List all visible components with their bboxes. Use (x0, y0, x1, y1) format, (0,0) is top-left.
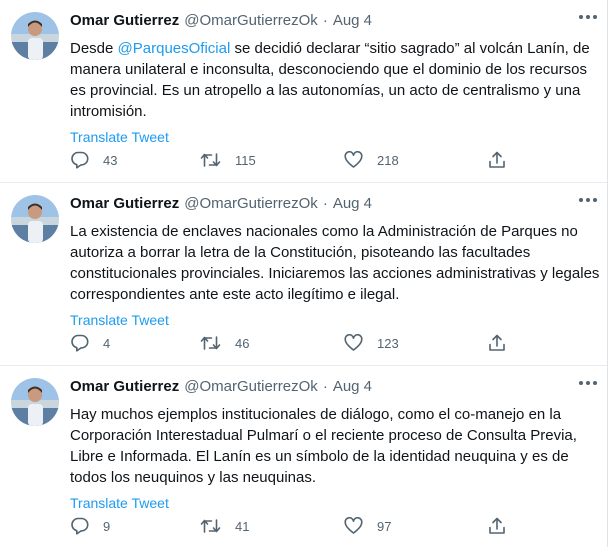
retweet-count: 115 (235, 152, 256, 168)
retweet-icon (200, 519, 221, 533)
like-count: 123 (377, 335, 399, 351)
tweet[interactable]: Omar Gutierrez @OmarGutierrezOk · Aug 4 … (0, 0, 607, 183)
tweet[interactable]: Omar Gutierrez @OmarGutierrezOk · Aug 4 … (0, 366, 607, 549)
tweet-text: Hay muchos ejemplos institucionales de d… (70, 406, 577, 486)
avatar[interactable] (11, 195, 59, 243)
translate-tweet-link[interactable]: Translate Tweet (70, 494, 169, 512)
reply-icon (71, 334, 89, 352)
tweet-text: La existencia de enclaves nacionales com… (70, 223, 600, 303)
reply-count: 4 (103, 335, 111, 351)
share-button[interactable] (488, 149, 506, 171)
share-icon (489, 517, 505, 534)
reply-count: 9 (103, 518, 111, 534)
avatar[interactable] (11, 12, 59, 60)
tweet[interactable]: Omar Gutierrez @OmarGutierrezOk · Aug 4 … (0, 183, 607, 366)
reply-button[interactable]: 4 (70, 332, 110, 354)
more-icon[interactable] (577, 6, 599, 28)
author-name[interactable]: Omar Gutierrez (70, 193, 179, 215)
reply-icon (71, 151, 89, 169)
tweet-date[interactable]: Aug 4 (333, 376, 372, 398)
separator-dot: · (322, 378, 328, 395)
reply-button[interactable]: 43 (70, 149, 117, 171)
share-icon (489, 151, 505, 168)
tweet-actions: 9 41 97 (70, 515, 590, 537)
author-handle[interactable]: @OmarGutierrezOk (184, 10, 318, 32)
retweet-button[interactable]: 41 (200, 515, 249, 537)
tweet-text-part: Desde (70, 40, 118, 57)
tweet-actions: 4 46 123 (70, 332, 590, 354)
author-handle[interactable]: @OmarGutierrezOk (184, 376, 318, 398)
tweet-actions: 43 115 218 (70, 149, 590, 171)
tweet-date[interactable]: Aug 4 (333, 193, 372, 215)
retweet-icon (200, 153, 221, 167)
like-icon (344, 517, 363, 534)
avatar[interactable] (11, 378, 59, 426)
translate-tweet-link[interactable]: Translate Tweet (70, 128, 169, 146)
retweet-button[interactable]: 115 (200, 149, 256, 171)
reply-count: 43 (103, 152, 118, 168)
share-button[interactable] (488, 515, 506, 537)
like-count: 218 (377, 152, 399, 168)
author-name[interactable]: Omar Gutierrez (70, 376, 179, 398)
retweet-icon (200, 336, 221, 350)
author-handle[interactable]: @OmarGutierrezOk (184, 193, 318, 215)
translate-tweet-link[interactable]: Translate Tweet (70, 311, 169, 329)
like-button[interactable]: 123 (344, 332, 399, 354)
reply-button[interactable]: 9 (70, 515, 110, 537)
like-count: 97 (377, 518, 392, 534)
author-name[interactable]: Omar Gutierrez (70, 10, 179, 32)
retweet-button[interactable]: 46 (200, 332, 249, 354)
like-button[interactable]: 218 (344, 149, 399, 171)
share-icon (489, 334, 505, 351)
reply-icon (71, 517, 89, 535)
like-icon (344, 151, 363, 168)
more-icon[interactable] (577, 189, 599, 211)
mention-link[interactable]: @ParquesOficial (118, 40, 231, 57)
tweet-thread: Omar Gutierrez @OmarGutierrezOk · Aug 4 … (0, 0, 608, 547)
tweet-text: Desde @ParquesOficial se decidió declara… (70, 38, 600, 122)
retweet-count: 46 (235, 335, 250, 351)
separator-dot: · (322, 195, 328, 212)
share-button[interactable] (488, 332, 506, 354)
tweet-date[interactable]: Aug 4 (333, 10, 372, 32)
like-button[interactable]: 97 (344, 515, 391, 537)
separator-dot: · (322, 12, 328, 29)
retweet-count: 41 (235, 518, 250, 534)
more-icon[interactable] (577, 372, 599, 394)
like-icon (344, 334, 363, 351)
